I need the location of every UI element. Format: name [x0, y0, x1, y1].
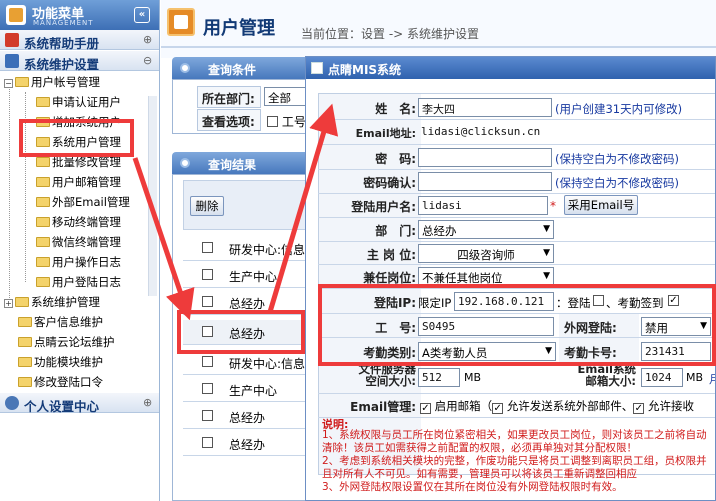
- annotation-arrows: [132, 103, 339, 321]
- arrow-to-dialog: [267, 103, 339, 313]
- arrow-to-row: [132, 157, 195, 321]
